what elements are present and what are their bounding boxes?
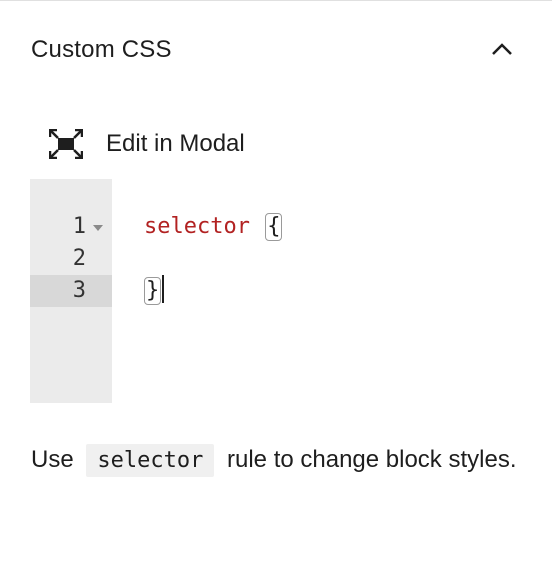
close-brace-token: } xyxy=(144,277,162,305)
help-text-after: rule to change block styles. xyxy=(227,446,517,473)
collapse-toggle-button[interactable] xyxy=(478,31,526,67)
triangle-down-icon[interactable] xyxy=(92,224,104,232)
open-brace-token: { xyxy=(265,213,283,241)
text-cursor xyxy=(162,275,165,303)
panel-title: Custom CSS xyxy=(31,36,172,63)
help-text-before: Use xyxy=(31,446,74,473)
css-code-editor[interactable]: 1 2 3 selector { } xyxy=(30,179,522,403)
code-line[interactable] xyxy=(144,243,504,275)
line-number-row-active: 3 xyxy=(30,275,112,307)
line-number: 2 xyxy=(72,246,86,271)
help-text: Use selector rule to change block styles… xyxy=(31,440,521,481)
custom-css-panel-header[interactable]: Custom CSS xyxy=(0,1,552,97)
line-number-row: 1 xyxy=(30,211,112,243)
edit-in-modal-label: Edit in Modal xyxy=(106,130,245,157)
line-number-row: 2 xyxy=(30,243,112,275)
code-line[interactable]: selector { xyxy=(144,211,283,243)
chevron-up-icon xyxy=(492,43,512,55)
css-selector-token: selector xyxy=(144,214,250,239)
code-line-active[interactable]: } xyxy=(144,275,165,307)
line-number-gutter: 1 2 3 xyxy=(30,179,112,403)
edit-in-modal-button[interactable]: Edit in Modal xyxy=(38,118,288,170)
help-code-selector: selector xyxy=(86,444,215,477)
line-number: 1 xyxy=(72,214,86,239)
line-number: 3 xyxy=(72,278,86,303)
fullscreen-icon xyxy=(38,118,94,170)
